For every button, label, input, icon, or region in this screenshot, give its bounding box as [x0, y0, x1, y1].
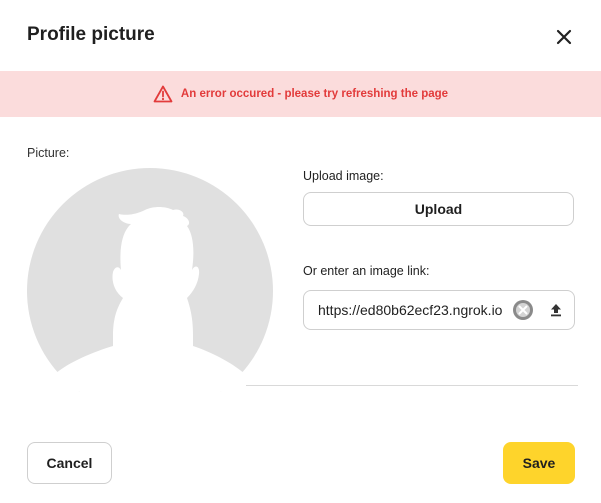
save-button[interactable]: Save [503, 442, 575, 484]
close-button[interactable] [551, 24, 577, 50]
picture-label: Picture: [27, 146, 70, 160]
error-message: An error occured - please try refreshing… [180, 88, 449, 100]
divider [246, 385, 578, 386]
image-link-label: Or enter an image link: [303, 264, 430, 278]
upload-button[interactable]: Upload [303, 192, 574, 226]
close-icon [556, 29, 572, 45]
upload-image-label: Upload image: [303, 169, 384, 183]
default-avatar-icon [27, 168, 273, 392]
warning-icon [153, 85, 173, 103]
upload-arrow-icon[interactable] [548, 302, 564, 318]
profile-picture-dialog: Profile picture An error occured - pleas… [0, 0, 601, 503]
dialog-title: Profile picture [27, 24, 155, 45]
image-link-field [303, 290, 575, 330]
image-link-input[interactable] [318, 302, 508, 318]
avatar [27, 168, 273, 392]
error-banner: An error occured - please try refreshing… [0, 71, 601, 117]
cancel-button[interactable]: Cancel [27, 442, 112, 484]
clear-icon[interactable] [512, 299, 534, 321]
